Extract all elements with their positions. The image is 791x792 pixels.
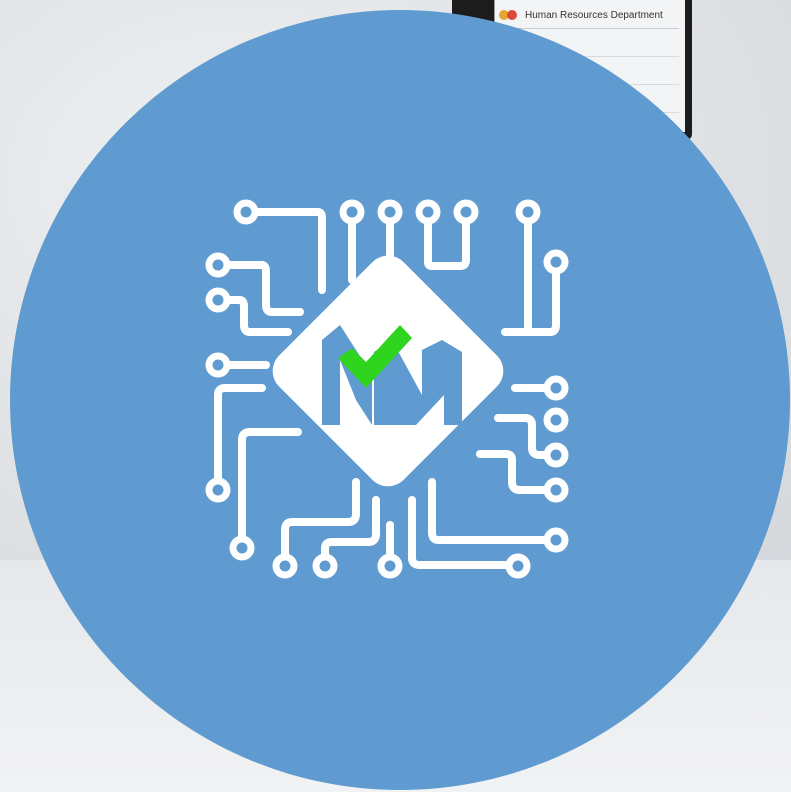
company-logo bbox=[10, 10, 790, 790]
